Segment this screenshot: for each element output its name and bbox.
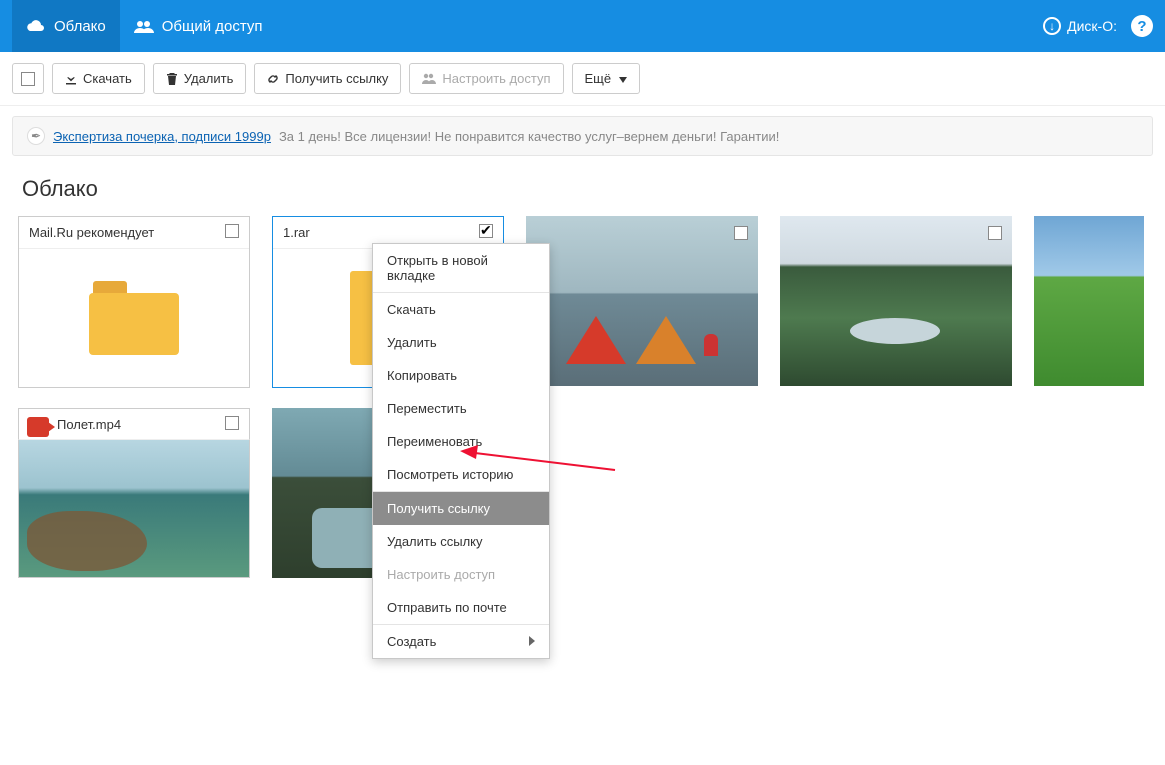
tile-video-label: Полет.mp4 (57, 417, 121, 432)
trash-icon (166, 73, 178, 85)
ctx-configure: Настроить доступ (373, 558, 549, 591)
image-thumbnail (272, 408, 382, 578)
tab-cloud[interactable]: Облако (12, 0, 120, 52)
tab-share-label: Общий доступ (162, 18, 263, 35)
disk-o-link[interactable]: ↓ Диск-О: (1043, 17, 1117, 35)
tab-cloud-label: Облако (54, 18, 106, 35)
tile-checkbox[interactable] (479, 224, 493, 241)
context-menu: Открыть в новой вкладке Скачать Удалить … (372, 243, 550, 659)
folder-icon (89, 281, 179, 355)
image-thumbnail (1034, 216, 1144, 386)
image-thumbnail (19, 440, 249, 577)
tile-image-tents[interactable] (526, 216, 758, 388)
delete-button[interactable]: Удалить (153, 63, 247, 94)
configure-access-button: Настроить доступ (409, 63, 563, 94)
image-thumbnail (526, 216, 758, 386)
delete-label: Удалить (184, 71, 234, 86)
ad-icon: ✒ (27, 127, 45, 145)
tile-recommend[interactable]: Mail.Ru рекомендует (18, 216, 250, 388)
tile-checkbox[interactable] (734, 226, 748, 245)
more-button[interactable]: Ещё (572, 63, 641, 94)
tile-video[interactable]: Полет.mp4 (18, 408, 250, 578)
ctx-history[interactable]: Посмотреть историю (373, 458, 549, 491)
topbar: Облако Общий доступ ↓ Диск-О: ? (0, 0, 1165, 52)
ctx-copy[interactable]: Копировать (373, 359, 549, 392)
video-badge-icon (27, 417, 49, 437)
get-link-button[interactable]: Получить ссылку (254, 63, 401, 94)
ctx-delete[interactable]: Удалить (373, 326, 549, 359)
tile-recommend-label: Mail.Ru рекомендует (29, 225, 154, 240)
file-grid: Mail.Ru рекомендует 1.rar (0, 216, 1165, 578)
tile-checkbox[interactable] (988, 226, 1002, 245)
disk-icon: ↓ (1043, 17, 1061, 35)
tile-checkbox[interactable] (225, 416, 239, 433)
get-link-label: Получить ссылку (285, 71, 388, 86)
ctx-download[interactable]: Скачать (373, 293, 549, 326)
people-icon (134, 19, 154, 34)
ctx-rename[interactable]: Переименовать (373, 425, 549, 458)
download-icon (65, 73, 77, 85)
ad-text: За 1 день! Все лицензии! Не понравится к… (279, 129, 779, 144)
image-thumbnail (780, 216, 1012, 386)
tile-rar-label: 1.rar (283, 225, 310, 240)
tile-image-lake[interactable] (272, 408, 382, 578)
link-icon (267, 73, 279, 85)
people-small-icon (422, 73, 436, 85)
ctx-create-label: Создать (387, 634, 436, 649)
help-icon[interactable]: ? (1131, 15, 1153, 37)
download-button[interactable]: Скачать (52, 63, 145, 94)
ad-link[interactable]: Экспертиза почерка, подписи 1999р (53, 129, 271, 144)
toolbar: Скачать Удалить Получить ссылку Настроит… (0, 52, 1165, 106)
ctx-open-new-tab[interactable]: Открыть в новой вкладке (373, 244, 549, 292)
tile-image-valley[interactable] (780, 216, 1012, 388)
ad-banner: ✒ Экспертиза почерка, подписи 1999р За 1… (12, 116, 1153, 156)
tab-share[interactable]: Общий доступ (120, 0, 277, 52)
cloud-icon (26, 19, 46, 34)
configure-label: Настроить доступ (442, 71, 550, 86)
ctx-get-link[interactable]: Получить ссылку (373, 492, 549, 525)
ctx-move[interactable]: Переместить (373, 392, 549, 425)
select-all-checkbox[interactable] (12, 63, 44, 94)
ctx-create[interactable]: Создать (373, 625, 549, 658)
more-label: Ещё (585, 71, 612, 86)
chevron-right-icon (529, 634, 535, 649)
ctx-remove-link[interactable]: Удалить ссылку (373, 525, 549, 558)
caret-down-icon (619, 71, 627, 86)
download-label: Скачать (83, 71, 132, 86)
ctx-send-mail[interactable]: Отправить по почте (373, 591, 549, 624)
tile-image-grass[interactable] (1034, 216, 1144, 388)
tile-checkbox[interactable] (225, 224, 239, 241)
page-title: Облако (0, 156, 1165, 216)
disk-label: Диск-О: (1067, 18, 1117, 34)
